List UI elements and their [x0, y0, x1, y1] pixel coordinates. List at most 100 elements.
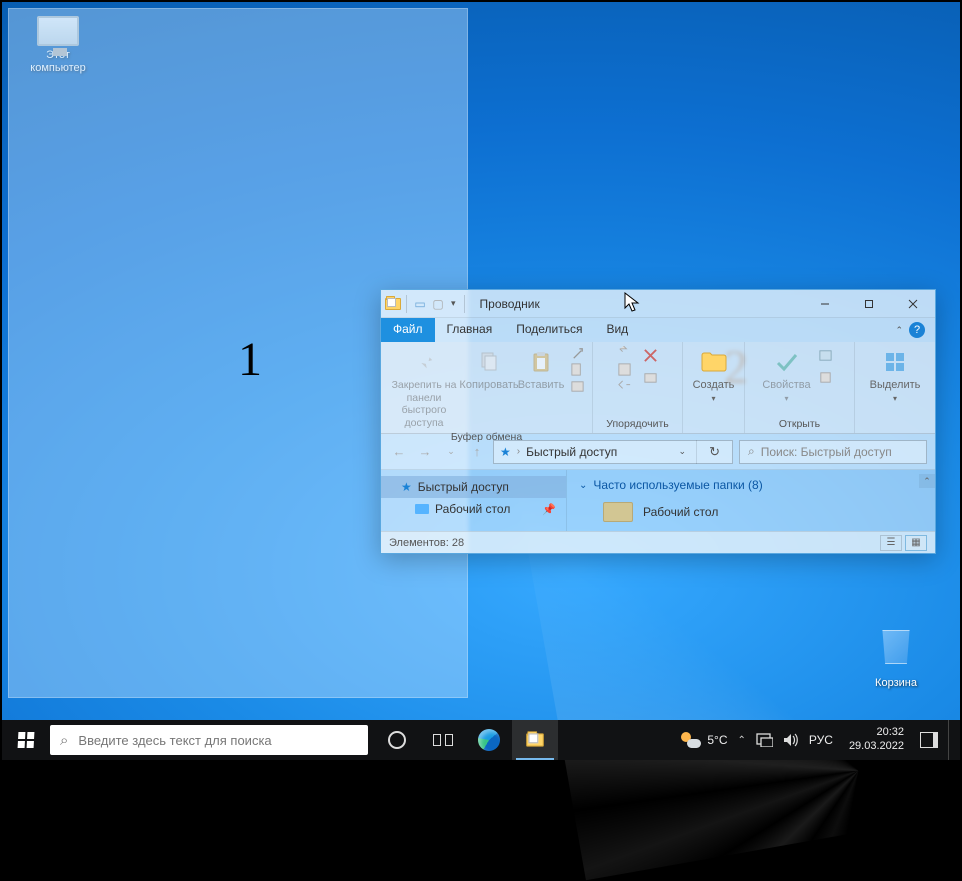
- clock[interactable]: 20:32 29.03.2022: [843, 726, 910, 754]
- windows-logo-icon: [18, 732, 35, 748]
- ribbon-select[interactable]: Выделить ▾: [870, 345, 921, 404]
- show-desktop-button[interactable]: [948, 720, 954, 760]
- tray-overflow-caret[interactable]: ⌃: [738, 735, 746, 746]
- ribbon-pin-quick-access[interactable]: Закрепить на панели быстрого доступа: [387, 345, 461, 429]
- tab-view[interactable]: Вид: [594, 318, 640, 342]
- chevron-down-icon[interactable]: ⌄: [675, 446, 691, 457]
- ribbon-new[interactable]: Создать ▾: [690, 345, 738, 404]
- copy-icon: [474, 347, 504, 377]
- volume-icon[interactable]: [783, 733, 799, 747]
- ribbon-group-organize: Упорядочить: [593, 416, 682, 433]
- pin-icon[interactable]: 📌: [542, 503, 556, 516]
- tab-file[interactable]: Файл: [381, 318, 435, 342]
- ribbon-organize-small[interactable]: [614, 345, 636, 395]
- desktop-icon-recycle-bin[interactable]: Корзина: [858, 624, 934, 690]
- ribbon-group-open: Открыть: [745, 416, 854, 433]
- star-icon: ★: [401, 480, 412, 494]
- status-bar: Элементов: 28 ☰ ▦: [381, 531, 935, 553]
- clock-date: 29.03.2022: [849, 740, 904, 754]
- ribbon: Закрепить на панели быстрого доступа Коп…: [381, 342, 935, 434]
- qat-customize-caret[interactable]: ▾: [448, 298, 459, 309]
- ribbon-open-extra[interactable]: [815, 345, 837, 395]
- close-button[interactable]: [891, 290, 935, 318]
- weather-temp: 5°C: [707, 733, 727, 747]
- clock-time: 20:32: [849, 726, 904, 740]
- qat-properties-icon[interactable]: ▭: [412, 296, 428, 312]
- start-button[interactable]: [2, 720, 50, 760]
- ribbon-collapse-caret[interactable]: ⌃: [895, 325, 903, 336]
- notifications-button[interactable]: [920, 732, 938, 748]
- search-placeholder: Введите здесь текст для поиска: [78, 733, 271, 748]
- nav-forward-button[interactable]: →: [415, 442, 435, 462]
- taskbar-search-input[interactable]: ⌕ Введите здесь текст для поиска: [50, 725, 368, 755]
- chevron-down-icon: ▾: [784, 394, 788, 404]
- task-view-icon: [433, 732, 453, 748]
- notification-icon: [920, 732, 938, 748]
- nav-back-button[interactable]: ←: [389, 442, 409, 462]
- annotation-1: 1: [238, 332, 262, 387]
- folder-icon: [603, 502, 633, 522]
- view-details-button[interactable]: ☰: [880, 535, 902, 551]
- mouse-cursor: [624, 292, 640, 314]
- ribbon-tabs: Файл Главная Поделиться Вид ⌃ ?: [381, 318, 935, 342]
- task-view-button[interactable]: [420, 720, 466, 760]
- search-icon: ⌕: [748, 444, 755, 459]
- file-explorer-window[interactable]: ▭ ▢ ▾ Проводник Файл Главная Поделиться …: [380, 289, 936, 554]
- search-icon: ⌕: [60, 732, 68, 749]
- language-indicator[interactable]: РУС: [809, 733, 833, 747]
- search-input[interactable]: ⌕ Поиск: Быстрый доступ: [739, 440, 927, 464]
- ribbon-organize-small2[interactable]: [640, 345, 662, 395]
- checkmark-icon: [772, 347, 802, 377]
- paste-icon: [526, 347, 556, 377]
- app-folder-icon: [385, 296, 401, 312]
- taskbar[interactable]: ⌕ Введите здесь текст для поиска 5°C ⌃ Р…: [2, 720, 960, 760]
- new-folder-icon: [699, 347, 729, 377]
- chevron-down-icon: ▾: [711, 394, 715, 404]
- quick-access-toolbar: ▭ ▢ ▾: [381, 295, 472, 313]
- ribbon-clipboard-extra[interactable]: [569, 345, 586, 395]
- maximize-button[interactable]: [847, 290, 891, 318]
- view-icons-button[interactable]: ▦: [905, 535, 927, 551]
- folder-icon: [415, 504, 429, 514]
- trash-icon: [874, 630, 918, 674]
- address-bar[interactable]: ★ › Быстрый доступ ⌄ ↻: [493, 440, 733, 464]
- select-icon: [880, 347, 910, 377]
- breadcrumb[interactable]: Быстрый доступ: [526, 445, 617, 459]
- status-items-label: Элементов:: [389, 537, 449, 549]
- chevron-down-icon: ▾: [893, 394, 897, 404]
- group-header-frequent[interactable]: ⌄ Часто используемые папки (8): [579, 478, 923, 492]
- ribbon-copy[interactable]: Копировать: [465, 345, 513, 392]
- titlebar[interactable]: ▭ ▢ ▾ Проводник: [381, 290, 935, 318]
- qat-newfolder-icon[interactable]: ▢: [430, 296, 446, 312]
- folder-icon: [526, 733, 544, 746]
- ribbon-paste[interactable]: Вставить: [517, 345, 565, 392]
- minimize-button[interactable]: [803, 290, 847, 318]
- star-icon: ★: [500, 445, 511, 459]
- tab-share[interactable]: Поделиться: [504, 318, 594, 342]
- tab-home[interactable]: Главная: [435, 318, 505, 342]
- chevron-right-icon: ›: [517, 446, 520, 457]
- pin-icon: [409, 347, 439, 377]
- nav-desktop[interactable]: Рабочий стол 📌: [381, 498, 566, 520]
- circle-icon: [388, 731, 406, 749]
- weather-widget[interactable]: 5°C: [681, 732, 727, 748]
- cortana-button[interactable]: [374, 720, 420, 760]
- nav-history-caret[interactable]: ⌄: [441, 442, 461, 462]
- chevron-down-icon: ⌄: [579, 480, 587, 491]
- help-icon[interactable]: ?: [909, 322, 925, 338]
- content-pane[interactable]: ⌃ ⌄ Часто используемые папки (8) Рабочий…: [567, 470, 935, 531]
- refresh-button[interactable]: ↻: [703, 444, 726, 460]
- scroll-up-button[interactable]: ⌃: [919, 474, 935, 488]
- navigation-pane[interactable]: ★ Быстрый доступ Рабочий стол 📌: [381, 470, 567, 531]
- nav-up-button[interactable]: ↑: [467, 442, 487, 462]
- ribbon-properties[interactable]: Свойства ▾: [762, 345, 810, 404]
- system-tray: 5°C ⌃ РУС 20:32 29.03.2022: [681, 720, 960, 760]
- desktop-icon-label: Корзина: [858, 677, 934, 690]
- edge-icon: [478, 729, 500, 751]
- taskbar-edge[interactable]: [466, 720, 512, 760]
- status-items-count: 28: [452, 537, 464, 549]
- taskbar-file-explorer[interactable]: [512, 720, 558, 760]
- network-icon[interactable]: [756, 733, 773, 747]
- nav-quick-access[interactable]: ★ Быстрый доступ: [381, 476, 566, 498]
- folder-item-desktop[interactable]: Рабочий стол: [579, 492, 923, 522]
